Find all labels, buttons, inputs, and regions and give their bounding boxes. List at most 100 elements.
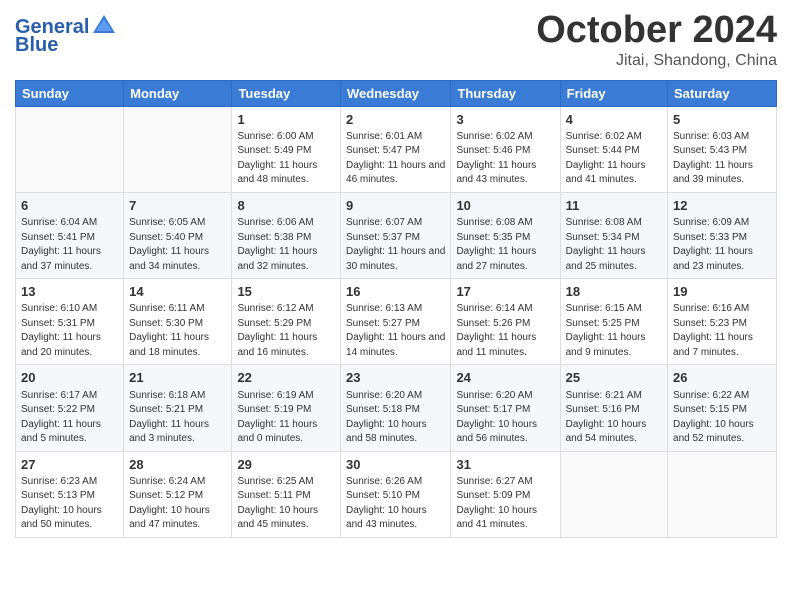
day-number: 17 (456, 283, 554, 301)
cell-content: Sunrise: 6:24 AMSunset: 5:12 PMDaylight:… (129, 475, 226, 533)
cell-content: Sunrise: 6:00 AMSunset: 5:49 PMDaylight:… (237, 130, 335, 188)
calendar-cell: 4Sunrise: 6:02 AMSunset: 5:44 PMDaylight… (560, 106, 667, 192)
calendar-cell: 29Sunrise: 6:25 AMSunset: 5:11 PMDayligh… (232, 451, 341, 537)
calendar-cell: 25Sunrise: 6:21 AMSunset: 5:16 PMDayligh… (560, 365, 667, 451)
day-number: 21 (129, 369, 226, 387)
day-number: 2 (346, 111, 445, 129)
calendar-cell: 21 Sunrise: 6:18 AMSunset: 5:21 PMDayligh… (124, 365, 232, 451)
calendar-cell: 16Sunrise: 6:13 AMSunset: 5:27 PMDayligh… (341, 279, 451, 365)
day-number: 22 (237, 369, 335, 387)
day-number: 15 (237, 283, 335, 301)
calendar-cell: 13Sunrise: 6:10 AMSunset: 5:31 PMDayligh… (16, 279, 124, 365)
cell-content: Sunrise: 6:07 AMSunset: 5:37 PMDaylight:… (346, 216, 445, 274)
calendar-cell: 23 Sunrise: 6:20 AMSunset: 5:18 PMDayligh… (341, 365, 451, 451)
calendar-cell: 22 Sunrise: 6:19 AMSunset: 5:19 PMDayligh… (232, 365, 341, 451)
cell-content: Sunrise: 6:23 AMSunset: 5:13 PMDaylight:… (21, 475, 118, 533)
calendar-header-row: Sunday Monday Tuesday Wednesday Thursday… (16, 80, 777, 106)
week-row-3: 13Sunrise: 6:10 AMSunset: 5:31 PMDayligh… (16, 279, 777, 365)
col-wednesday: Wednesday (341, 80, 451, 106)
day-number: 7 (129, 197, 226, 215)
day-number: 23 (346, 369, 445, 387)
col-saturday: Saturday (668, 80, 777, 106)
calendar-cell: 8Sunrise: 6:06 AMSunset: 5:38 PMDaylight… (232, 192, 341, 278)
day-number: 16 (346, 283, 445, 301)
calendar-cell: 27Sunrise: 6:23 AMSunset: 5:13 PMDayligh… (16, 451, 124, 537)
cell-content: Sunrise: 6:10 AMSunset: 5:31 PMDaylight:… (21, 302, 118, 360)
calendar-cell: 5Sunrise: 6:03 AMSunset: 5:43 PMDaylight… (668, 106, 777, 192)
cell-content: Sunrise: 6:20 AMSunset: 5:17 PMDaylight:… (456, 389, 554, 447)
calendar-cell: 18Sunrise: 6:15 AMSunset: 5:25 PMDayligh… (560, 279, 667, 365)
cell-content: Sunrise: 6:18 AMSunset: 5:21 PMDaylight:… (129, 389, 226, 447)
cell-content: Sunrise: 6:20 AMSunset: 5:18 PMDaylight:… (346, 389, 445, 447)
week-row-5: 27Sunrise: 6:23 AMSunset: 5:13 PMDayligh… (16, 451, 777, 537)
day-number: 11 (566, 197, 662, 215)
cell-content: Sunrise: 6:09 AMSunset: 5:33 PMDaylight:… (673, 216, 771, 274)
calendar-cell: 9Sunrise: 6:07 AMSunset: 5:37 PMDaylight… (341, 192, 451, 278)
calendar-cell: 6Sunrise: 6:04 AMSunset: 5:41 PMDaylight… (16, 192, 124, 278)
cell-content: Sunrise: 6:14 AMSunset: 5:26 PMDaylight:… (456, 302, 554, 360)
cell-content: Sunrise: 6:08 AMSunset: 5:35 PMDaylight:… (456, 216, 554, 274)
calendar-cell: 10Sunrise: 6:08 AMSunset: 5:35 PMDayligh… (451, 192, 560, 278)
day-number: 5 (673, 111, 771, 129)
calendar-cell (16, 106, 124, 192)
cell-content: Sunrise: 6:02 AMSunset: 5:44 PMDaylight:… (566, 130, 662, 188)
calendar-table: Sunday Monday Tuesday Wednesday Thursday… (15, 80, 777, 538)
col-monday: Monday (124, 80, 232, 106)
cell-content: Sunrise: 6:13 AMSunset: 5:27 PMDaylight:… (346, 302, 445, 360)
week-row-2: 6Sunrise: 6:04 AMSunset: 5:41 PMDaylight… (16, 192, 777, 278)
calendar-cell: 2Sunrise: 6:01 AMSunset: 5:47 PMDaylight… (341, 106, 451, 192)
main-title: October 2024 (536, 10, 777, 52)
day-number: 12 (673, 197, 771, 215)
day-number: 3 (456, 111, 554, 129)
calendar-cell: 28Sunrise: 6:24 AMSunset: 5:12 PMDayligh… (124, 451, 232, 537)
cell-content: Sunrise: 6:05 AMSunset: 5:40 PMDaylight:… (129, 216, 226, 274)
subtitle: Jitai, Shandong, China (536, 52, 777, 70)
calendar-cell: 11Sunrise: 6:08 AMSunset: 5:34 PMDayligh… (560, 192, 667, 278)
cell-content: Sunrise: 6:12 AMSunset: 5:29 PMDaylight:… (237, 302, 335, 360)
day-number: 8 (237, 197, 335, 215)
day-number: 18 (566, 283, 662, 301)
calendar-cell (124, 106, 232, 192)
day-number: 20 (21, 369, 118, 387)
cell-content: Sunrise: 6:08 AMSunset: 5:34 PMDaylight:… (566, 216, 662, 274)
cell-content: Sunrise: 6:19 AMSunset: 5:19 PMDaylight:… (237, 389, 335, 447)
day-number: 9 (346, 197, 445, 215)
calendar-cell: 7Sunrise: 6:05 AMSunset: 5:40 PMDaylight… (124, 192, 232, 278)
day-number: 6 (21, 197, 118, 215)
calendar-cell: 20Sunrise: 6:17 AMSunset: 5:22 PMDayligh… (16, 365, 124, 451)
day-number: 29 (237, 456, 335, 474)
header: General Blue October 2024 Jitai, Shandon… (15, 10, 777, 70)
calendar-cell: 19Sunrise: 6:16 AMSunset: 5:23 PMDayligh… (668, 279, 777, 365)
col-friday: Friday (560, 80, 667, 106)
cell-content: Sunrise: 6:02 AMSunset: 5:46 PMDaylight:… (456, 130, 554, 188)
day-number: 10 (456, 197, 554, 215)
col-sunday: Sunday (16, 80, 124, 106)
page: General Blue October 2024 Jitai, Shandon… (0, 0, 792, 612)
col-thursday: Thursday (451, 80, 560, 106)
cell-content: Sunrise: 6:21 AMSunset: 5:16 PMDaylight:… (566, 389, 662, 447)
day-number: 24 (456, 369, 554, 387)
calendar-cell (560, 451, 667, 537)
cell-content: Sunrise: 6:04 AMSunset: 5:41 PMDaylight:… (21, 216, 118, 274)
cell-content: Sunrise: 6:26 AMSunset: 5:10 PMDaylight:… (346, 475, 445, 533)
cell-content: Sunrise: 6:01 AMSunset: 5:47 PMDaylight:… (346, 130, 445, 188)
calendar-cell: 14Sunrise: 6:11 AMSunset: 5:30 PMDayligh… (124, 279, 232, 365)
calendar-cell: 12Sunrise: 6:09 AMSunset: 5:33 PMDayligh… (668, 192, 777, 278)
calendar-cell: 15Sunrise: 6:12 AMSunset: 5:29 PMDayligh… (232, 279, 341, 365)
day-number: 1 (237, 111, 335, 129)
calendar-cell: 3Sunrise: 6:02 AMSunset: 5:46 PMDaylight… (451, 106, 560, 192)
calendar-cell (668, 451, 777, 537)
day-number: 13 (21, 283, 118, 301)
cell-content: Sunrise: 6:06 AMSunset: 5:38 PMDaylight:… (237, 216, 335, 274)
day-number: 26 (673, 369, 771, 387)
day-number: 4 (566, 111, 662, 129)
calendar-cell: 31Sunrise: 6:27 AMSunset: 5:09 PMDayligh… (451, 451, 560, 537)
logo: General Blue (15, 15, 117, 55)
day-number: 28 (129, 456, 226, 474)
calendar-cell: 30Sunrise: 6:26 AMSunset: 5:10 PMDayligh… (341, 451, 451, 537)
calendar-cell: 26Sunrise: 6:22 AMSunset: 5:15 PMDayligh… (668, 365, 777, 451)
week-row-4: 20Sunrise: 6:17 AMSunset: 5:22 PMDayligh… (16, 365, 777, 451)
day-number: 19 (673, 283, 771, 301)
cell-content: Sunrise: 6:11 AMSunset: 5:30 PMDaylight:… (129, 302, 226, 360)
day-number: 31 (456, 456, 554, 474)
